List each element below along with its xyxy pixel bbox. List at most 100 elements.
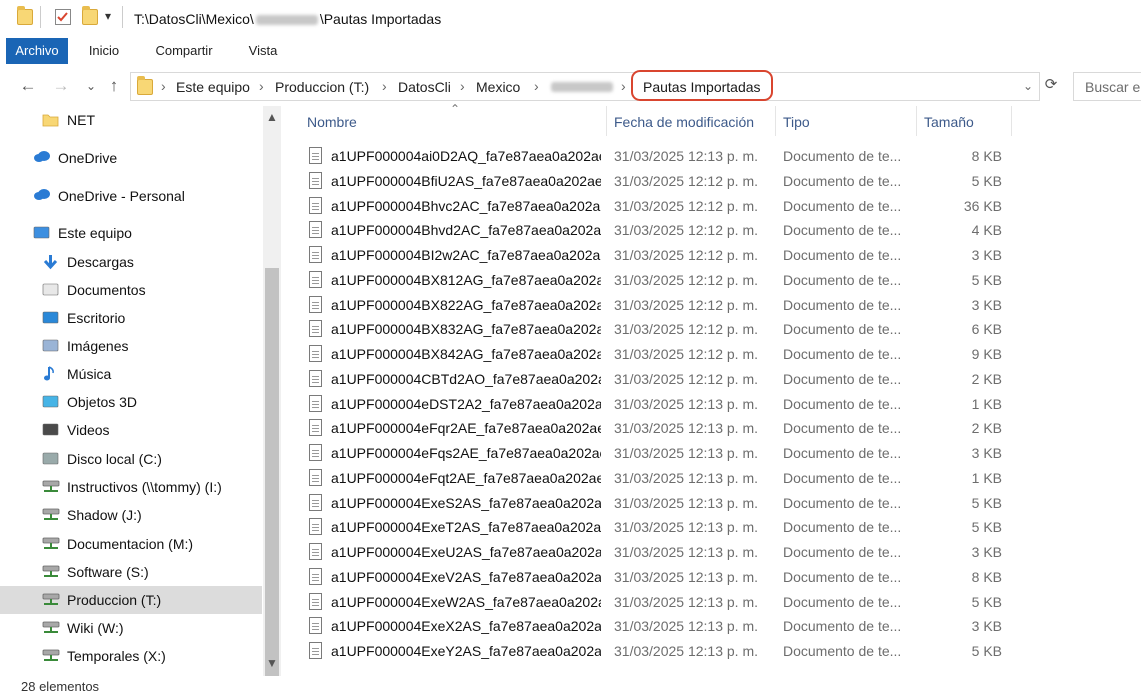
sidebar-scroll-thumb[interactable] xyxy=(265,268,279,678)
sidebar-item-escritorio[interactable]: Escritorio xyxy=(0,304,262,332)
sidebar-item-label: Descargas xyxy=(67,254,134,270)
recent-locations-button[interactable]: ⌄ xyxy=(80,76,102,96)
sidebar-item-temporales-x[interactable]: Temporales (X:) xyxy=(0,642,262,670)
sidebar-item-documentos[interactable]: Documentos xyxy=(0,276,262,304)
file-size: 36 KB xyxy=(963,197,1002,214)
sidebar-item-disco-local-c[interactable]: Disco local (C:) xyxy=(0,445,262,473)
file-row[interactable]: a1UPF000004BX822AG_fa7e87aea0a202ae... 31… xyxy=(306,293,1006,317)
folder-icon xyxy=(17,6,33,25)
breadcrumb-mexico[interactable]: Mexico xyxy=(476,79,520,95)
breadcrumb-separator[interactable]: › xyxy=(534,78,539,94)
sidebar-item-descargas[interactable]: Descargas xyxy=(0,248,262,276)
sidebar-item-m-sica[interactable]: Música xyxy=(0,360,262,388)
breadcrumb-separator[interactable]: › xyxy=(161,78,166,94)
scroll-up-button[interactable]: ▲ xyxy=(263,110,281,124)
column-header-tamano[interactable]: Tamaño xyxy=(924,114,974,130)
file-name: a1UPF000004eFqr2AE_fa7e87aea0a202ae... xyxy=(331,420,601,437)
file-date: 31/03/2025 12:13 p. m. xyxy=(614,420,758,437)
tab-compartir[interactable]: Compartir xyxy=(146,38,222,64)
file-name: a1UPF000004eFqs2AE_fa7e87aea0a202ae... xyxy=(331,445,601,461)
tab-vista[interactable]: Vista xyxy=(240,38,286,64)
file-row[interactable]: a1UPF000004BI2w2AC_fa7e87aea0a202ae... 31… xyxy=(306,243,1006,267)
sidebar-item-onedrive-personal[interactable]: OneDrive - Personal xyxy=(0,182,262,210)
file-row[interactable]: a1UPF000004BX812AG_fa7e87aea0a202ae... 31… xyxy=(306,268,1006,292)
file-row[interactable]: a1UPF000004eDST2A2_fa7e87aea0a202ae... 31… xyxy=(306,392,1006,416)
breadcrumb-pautas-importadas[interactable]: Pautas Importadas xyxy=(631,70,773,101)
file-size: 2 KB xyxy=(971,420,1002,437)
file-row[interactable]: a1UPF000004Bhvc2AC_fa7e87aea0a202ae... 31… xyxy=(306,194,1006,218)
sidebar-item-onedrive[interactable]: OneDrive xyxy=(0,144,262,172)
customize-toolbar-icon[interactable]: ▾ xyxy=(105,9,115,25)
file-name: a1UPF000004Bhvc2AC_fa7e87aea0a202ae... xyxy=(331,197,601,214)
file-row[interactable]: a1UPF000004BfiU2AS_fa7e87aea0a202aeb... 3… xyxy=(306,169,1006,193)
file-row[interactable]: a1UPF000004eFqt2AE_fa7e87aea0a202ae... 31… xyxy=(306,466,1006,490)
new-folder-icon[interactable] xyxy=(82,6,98,25)
file-date: 31/03/2025 12:13 p. m. xyxy=(614,445,758,461)
title-path-suffix: \Pautas Importadas xyxy=(319,11,442,27)
file-name: a1UPF000004ExeT2AS_fa7e87aea0a202ae... xyxy=(331,519,601,536)
file-row[interactable]: a1UPF000004BX842AG_fa7e87aea0a202ae... 31… xyxy=(306,342,1006,366)
file-row[interactable]: a1UPF000004CBTd2AO_fa7e87aea0a202ae... 31… xyxy=(306,367,1006,391)
file-row[interactable]: a1UPF000004ExeU2AS_fa7e87aea0a202ae... 31… xyxy=(306,540,1006,564)
breadcrumb-separator[interactable]: › xyxy=(621,78,626,94)
file-type: Documento de te... xyxy=(783,568,902,585)
breadcrumb-este-equipo[interactable]: Este equipo xyxy=(176,79,250,95)
document-icon xyxy=(42,282,59,297)
sidebar-item-shadow-j[interactable]: Shadow (J:) xyxy=(0,501,262,529)
file-row[interactable]: a1UPF000004ExeT2AS_fa7e87aea0a202ae... 31… xyxy=(306,515,1006,539)
back-button[interactable]: ← xyxy=(17,76,39,96)
sidebar-item-software-s[interactable]: Software (S:) xyxy=(0,558,262,586)
file-row[interactable]: a1UPF000004Bhvd2AC_fa7e87aea0a202ae... 31… xyxy=(306,218,1006,242)
refresh-button[interactable]: ⟳ xyxy=(1040,75,1062,95)
sidebar-item-este-equipo[interactable]: Este equipo xyxy=(0,219,262,247)
sidebar-item-im-genes[interactable]: Imágenes xyxy=(0,332,262,360)
column-header-nombre[interactable]: Nombre xyxy=(307,114,357,130)
file-row[interactable]: a1UPF000004ExeS2AS_fa7e87aea0a202ae... 31… xyxy=(306,491,1006,515)
file-row[interactable]: a1UPF000004ExeY2AS_fa7e87aea0a202ae... 31… xyxy=(306,639,1006,663)
sidebar-item-objetos-3d[interactable]: Objetos 3D xyxy=(0,388,262,416)
breadcrumb-separator[interactable]: › xyxy=(460,78,465,94)
sidebar-item-label: Este equipo xyxy=(58,225,132,241)
sidebar-item-instructivos-tommy-i[interactable]: Instructivos (\\tommy) (I:) xyxy=(0,473,262,501)
file-size: 9 KB xyxy=(971,346,1002,362)
column-header-tipo[interactable]: Tipo xyxy=(783,114,810,130)
breadcrumb-datoscli[interactable]: DatosCli xyxy=(398,79,451,95)
column-divider[interactable] xyxy=(1011,106,1012,136)
forward-button[interactable]: → xyxy=(50,76,72,96)
file-row[interactable]: a1UPF000004ExeX2AS_fa7e87aea0a202ae... 31… xyxy=(306,614,1006,638)
tab-archivo[interactable]: Archivo xyxy=(6,38,68,64)
up-button[interactable]: ↑ xyxy=(103,76,125,96)
column-divider[interactable] xyxy=(775,106,776,136)
column-header-fecha[interactable]: Fecha de modificación xyxy=(614,114,754,130)
redacted-breadcrumb[interactable] xyxy=(551,82,613,92)
sidebar-item-produccion-t[interactable]: Produccion (T:) xyxy=(0,586,262,614)
file-type: Documento de te... xyxy=(783,321,902,338)
file-date: 31/03/2025 12:12 p. m. xyxy=(614,172,758,189)
search-input[interactable]: Buscar en xyxy=(1073,72,1141,101)
file-date: 31/03/2025 12:13 p. m. xyxy=(614,643,758,659)
properties-icon[interactable] xyxy=(55,9,71,25)
file-type: Documento de te... xyxy=(783,420,902,437)
file-row[interactable]: a1UPF000004ExeV2AS_fa7e87aea0a202ae... 31… xyxy=(306,565,1006,589)
file-row[interactable]: a1UPF000004ExeW2AS_fa7e87aea0a202ae... 31… xyxy=(306,590,1006,614)
sidebar-item-net[interactable]: NET xyxy=(0,106,262,134)
column-divider[interactable] xyxy=(916,106,917,136)
column-divider[interactable] xyxy=(606,106,607,136)
sidebar-item-videos[interactable]: Videos xyxy=(0,416,262,444)
network-drive-icon xyxy=(42,479,60,494)
breadcrumb-separator[interactable]: › xyxy=(382,78,387,94)
file-row[interactable]: a1UPF000004eFqr2AE_fa7e87aea0a202ae... 31… xyxy=(306,416,1006,440)
address-dropdown-icon[interactable]: ⌄ xyxy=(1023,79,1033,93)
ribbon: Archivo Inicio Compartir Vista xyxy=(0,38,1141,64)
sidebar-item-documentacion-m[interactable]: Documentacion (M:) xyxy=(0,530,262,558)
file-row[interactable]: a1UPF000004ai0D2AQ_fa7e87aea0a202ae... 31… xyxy=(306,144,1006,168)
sidebar-item-label: Wiki (W:) xyxy=(67,620,124,636)
breadcrumb-separator[interactable]: › xyxy=(259,78,264,94)
breadcrumb-produccion[interactable]: Produccion (T:) xyxy=(275,79,369,95)
tab-inicio[interactable]: Inicio xyxy=(80,38,128,64)
address-bar[interactable]: › Este equipo › Produccion (T:) › DatosC… xyxy=(130,70,1040,101)
file-row[interactable]: a1UPF000004eFqs2AE_fa7e87aea0a202ae... 31… xyxy=(306,441,1006,465)
sidebar-item-wiki-w[interactable]: Wiki (W:) xyxy=(0,614,262,642)
file-row[interactable]: a1UPF000004BX832AG_fa7e87aea0a202ae... 31… xyxy=(306,317,1006,341)
scroll-down-button[interactable]: ▼ xyxy=(263,656,281,670)
